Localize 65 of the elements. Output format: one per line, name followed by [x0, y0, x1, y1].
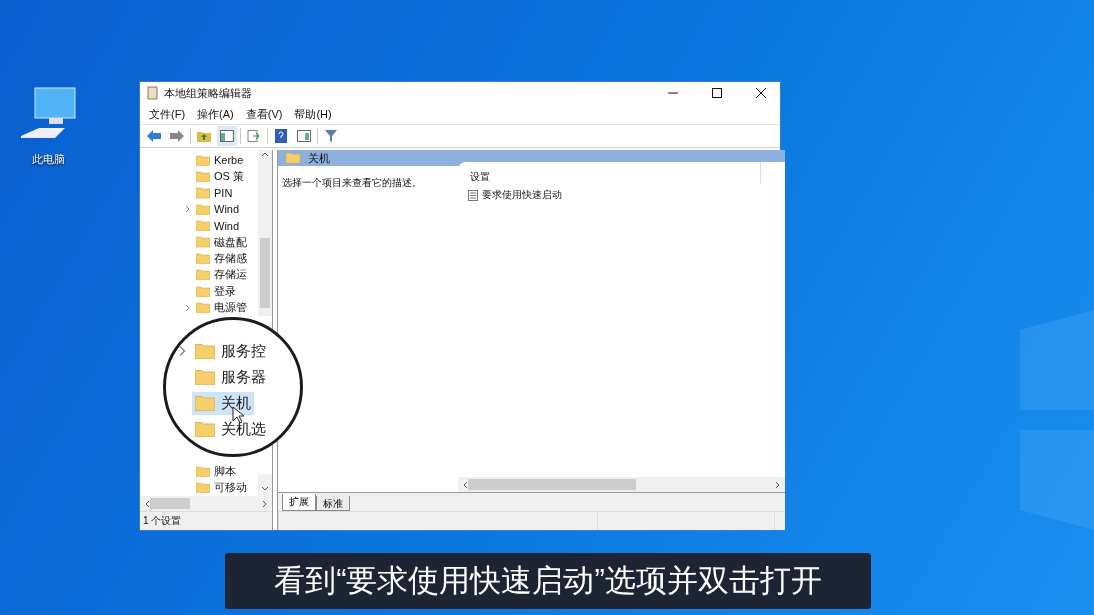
tree-item[interactable]: 存储运	[140, 266, 258, 283]
folder-icon	[196, 269, 210, 281]
folder-icon	[195, 343, 215, 359]
folder-icon	[196, 252, 210, 265]
scroll-down-icon[interactable]	[261, 485, 269, 493]
scrollbar-bottom[interactable]	[258, 474, 272, 496]
scroll-left-icon[interactable]	[462, 480, 468, 489]
tree-item[interactable]: 可移动	[140, 479, 258, 496]
tree-item[interactable]: 关机选	[192, 417, 269, 441]
menu-item[interactable]: 查看(V)	[240, 104, 288, 124]
folder-icon	[196, 236, 210, 248]
scrollbar-thumb[interactable]	[468, 479, 636, 490]
tree-item[interactable]: OS 策	[140, 168, 258, 185]
desktop-icon-label[interactable]: 此电脑	[31, 152, 65, 167]
scroll-up-icon[interactable]	[261, 150, 269, 158]
view-tab[interactable]: 扩展	[282, 494, 316, 511]
tree-item[interactable]: 电源管	[140, 299, 258, 316]
folder-icon	[196, 220, 210, 232]
close-icon	[756, 88, 766, 98]
horizontal-scrollbar[interactable]	[140, 496, 272, 511]
scroll-right-icon[interactable]	[775, 480, 781, 489]
window-title: 本地组策略编辑器	[164, 85, 253, 101]
vertical-scrollbar[interactable]	[258, 150, 272, 316]
folder-icon	[196, 465, 210, 477]
tree-item[interactable]: 关机	[192, 391, 254, 415]
folder-icon	[195, 369, 215, 385]
folder-icon	[195, 421, 215, 437]
scroll-left-icon[interactable]	[144, 499, 150, 508]
folder-icon	[196, 154, 210, 166]
tree-item[interactable]: 存储感	[140, 250, 258, 267]
view-tab[interactable]: 标准	[316, 496, 350, 511]
folder-icon	[196, 187, 210, 199]
folder-icon	[195, 395, 215, 411]
folder-icon	[286, 152, 300, 164]
tree-item[interactable]: PIN	[140, 184, 258, 202]
tree-item[interactable]: 服务控	[174, 339, 269, 363]
folder-icon	[196, 301, 210, 314]
horizontal-scrollbar[interactable]	[458, 477, 785, 492]
description-text: 选择一个项目来查看它的描述。	[282, 177, 422, 188]
setting-row[interactable]: 要求使用快速启动	[458, 184, 785, 202]
scrollbar-thumb[interactable]	[150, 498, 190, 509]
folder-icon	[196, 482, 210, 494]
menu-item[interactable]: 文件(F)	[144, 104, 191, 124]
scrollbar-thumb[interactable]	[260, 238, 270, 308]
tree-item[interactable]: 脚本	[140, 463, 258, 480]
tree-item[interactable]: Wind	[140, 201, 258, 218]
tree-item[interactable]: Wind	[140, 217, 258, 234]
tree-item[interactable]: 登录	[140, 283, 258, 300]
tree-item[interactable]: 磁盘配	[140, 233, 258, 251]
policy-scroll-icon	[146, 86, 158, 100]
folder-icon	[196, 170, 210, 183]
tree-pane-button[interactable]	[217, 126, 237, 146]
column-header[interactable]: 设置	[470, 170, 490, 184]
menu-item[interactable]: 帮助(H)	[289, 104, 337, 124]
tree-item[interactable]: 服务器	[192, 365, 269, 389]
folder-icon	[196, 203, 210, 215]
tree-item[interactable]: Kerbe	[140, 152, 258, 169]
folder-up-icon	[197, 130, 211, 142]
menu-item[interactable]: 操作(A)	[192, 104, 239, 124]
setting-icon	[468, 189, 478, 201]
folder-icon	[196, 285, 210, 297]
maximize-icon	[712, 88, 722, 98]
subtitle-text: 看到“要求使用快速启动”选项并双击打开	[274, 562, 822, 600]
scroll-right-icon[interactable]	[262, 499, 268, 508]
status-text: 1 个设置	[142, 514, 183, 528]
